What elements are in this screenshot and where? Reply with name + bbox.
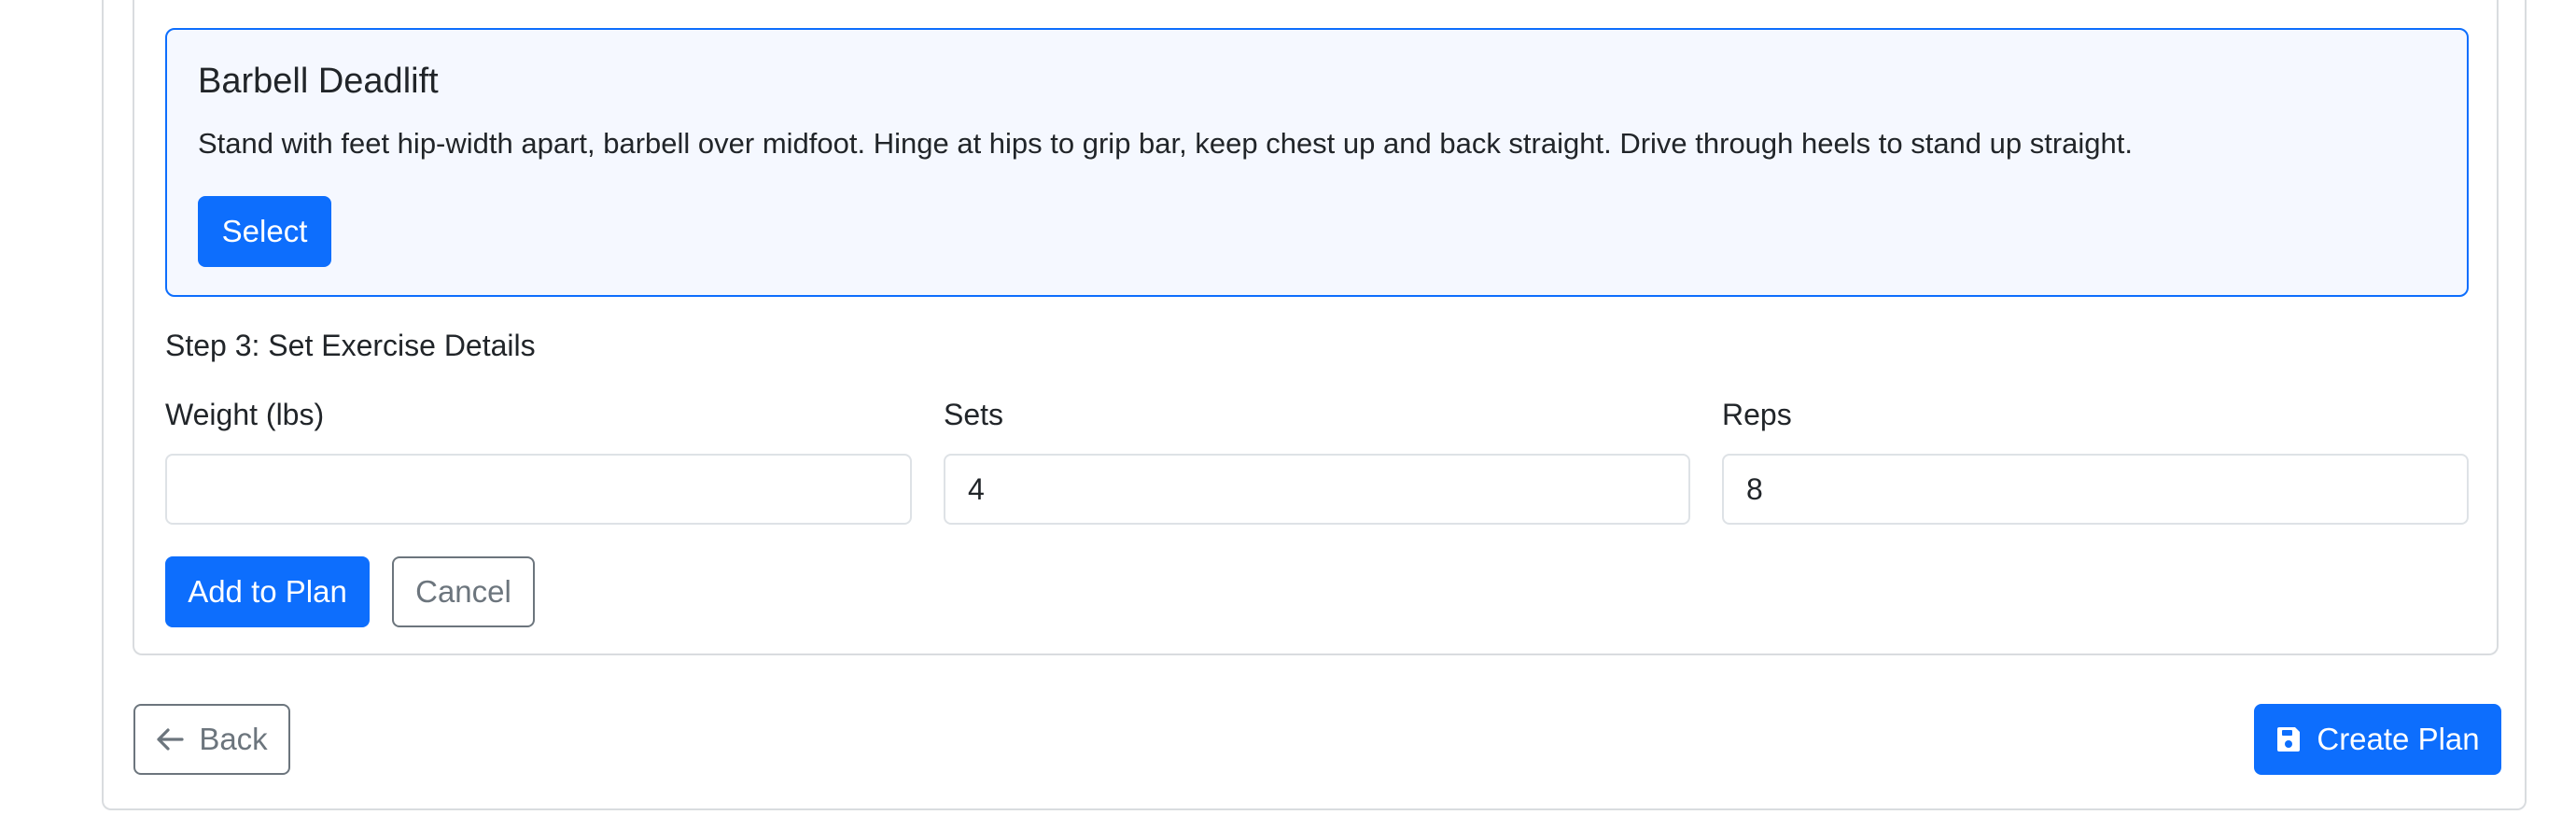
step-3-heading: Step 3: Set Exercise Details — [165, 329, 536, 362]
cancel-button[interactable]: Cancel — [392, 556, 535, 627]
reps-input[interactable] — [1722, 454, 2469, 525]
select-button[interactable]: Select — [198, 196, 331, 267]
arrow-left-icon — [156, 727, 184, 752]
exercise-title: Barbell Deadlift — [198, 62, 439, 101]
exercise-description: Stand with feet hip-width apart, barbell… — [198, 127, 2134, 160]
create-plan-label: Create Plan — [2317, 722, 2480, 756]
sets-label: Sets — [944, 398, 1004, 431]
weight-input[interactable] — [165, 454, 912, 525]
reps-label: Reps — [1722, 398, 1792, 431]
exercise-option-card[interactable]: Barbell Deadlift Stand with feet hip-wid… — [165, 28, 2469, 297]
weight-label: Weight (lbs) — [165, 398, 325, 431]
sets-input[interactable] — [944, 454, 1690, 525]
back-button[interactable]: Back — [133, 704, 290, 775]
back-label: Back — [199, 722, 268, 756]
create-plan-button[interactable]: Create Plan — [2254, 704, 2501, 775]
save-icon — [2275, 725, 2302, 753]
add-to-plan-button[interactable]: Add to Plan — [165, 556, 370, 627]
